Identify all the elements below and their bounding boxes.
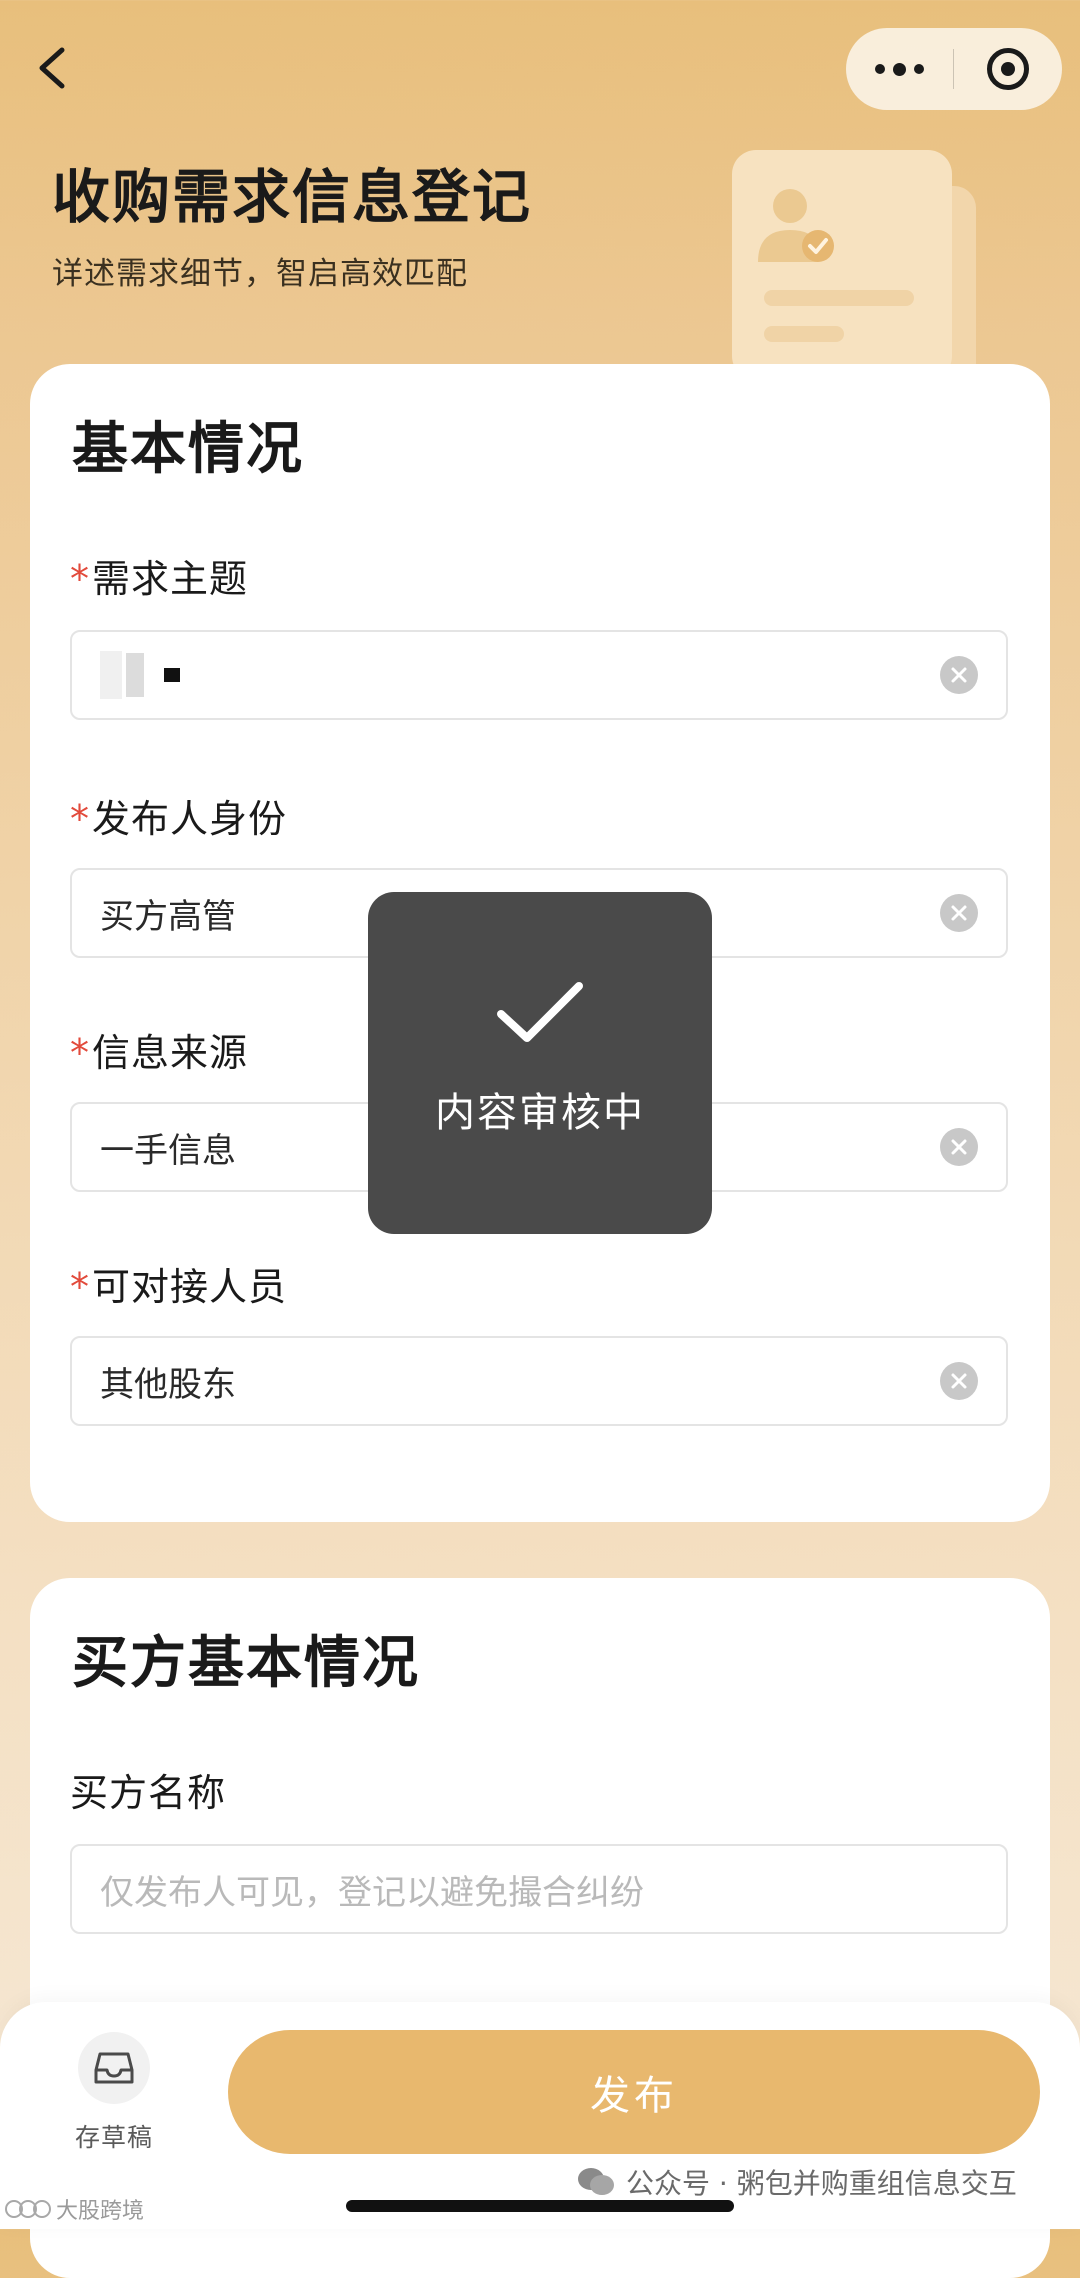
- checkmark-icon: [497, 982, 583, 1042]
- wechat-icon: [578, 2168, 614, 2195]
- redacted-value: [100, 651, 940, 699]
- watermark-right: 公众号 · 粥包并购重组信息交互: [576, 2162, 1017, 2202]
- clear-icon[interactable]: [940, 1128, 978, 1166]
- demand-topic-label: *需求主题: [70, 557, 249, 601]
- chevron-left-icon: [39, 47, 65, 89]
- link-logo-icon: [5, 2200, 51, 2218]
- toast-message: 内容审核中: [435, 1090, 645, 1136]
- back-button[interactable]: [30, 40, 78, 96]
- save-draft-label: 存草稿: [74, 2123, 153, 2152]
- contact-person-label: *可对接人员: [70, 1265, 288, 1309]
- demand-topic-input[interactable]: [70, 630, 1008, 720]
- clear-icon[interactable]: [940, 1362, 978, 1400]
- publish-button[interactable]: 发布: [228, 2030, 1040, 2154]
- section-title-basic: 基本情况: [72, 417, 304, 482]
- contact-person-value: 其他股东: [100, 1364, 236, 1405]
- inbox-icon: [94, 2052, 134, 2084]
- watermark-left: 大股跨境: [4, 2193, 144, 2225]
- page-subtitle: 详述需求细节，智启高效匹配: [52, 256, 468, 292]
- section-title-buyer: 买方基本情况: [72, 1631, 420, 1696]
- review-toast: 内容审核中: [368, 892, 712, 1234]
- draft-icon-circle: [78, 2032, 150, 2104]
- clear-icon[interactable]: [940, 894, 978, 932]
- contact-person-input[interactable]: 其他股东: [70, 1336, 1008, 1426]
- close-mini-program-button[interactable]: [954, 28, 1062, 110]
- save-draft-button[interactable]: 存草稿: [58, 2032, 170, 2154]
- buyer-name-placeholder: 仅发布人可见，登记以避免撮合纠纷: [100, 1872, 644, 1913]
- page-title: 收购需求信息登记: [52, 163, 533, 231]
- buyer-name-input[interactable]: 仅发布人可见，登记以避免撮合纠纷: [70, 1844, 1008, 1934]
- document-illustration-icon: [732, 150, 976, 376]
- publisher-identity-label: *发布人身份: [70, 797, 288, 841]
- buyer-name-label: 买方名称: [70, 1771, 227, 1815]
- target-close-icon: [987, 48, 1029, 90]
- mini-program-capsule: [846, 28, 1062, 110]
- clear-icon[interactable]: [940, 656, 978, 694]
- more-icon: [875, 64, 885, 74]
- more-options-button[interactable]: [846, 28, 953, 110]
- info-source-label: *信息来源: [70, 1031, 249, 1075]
